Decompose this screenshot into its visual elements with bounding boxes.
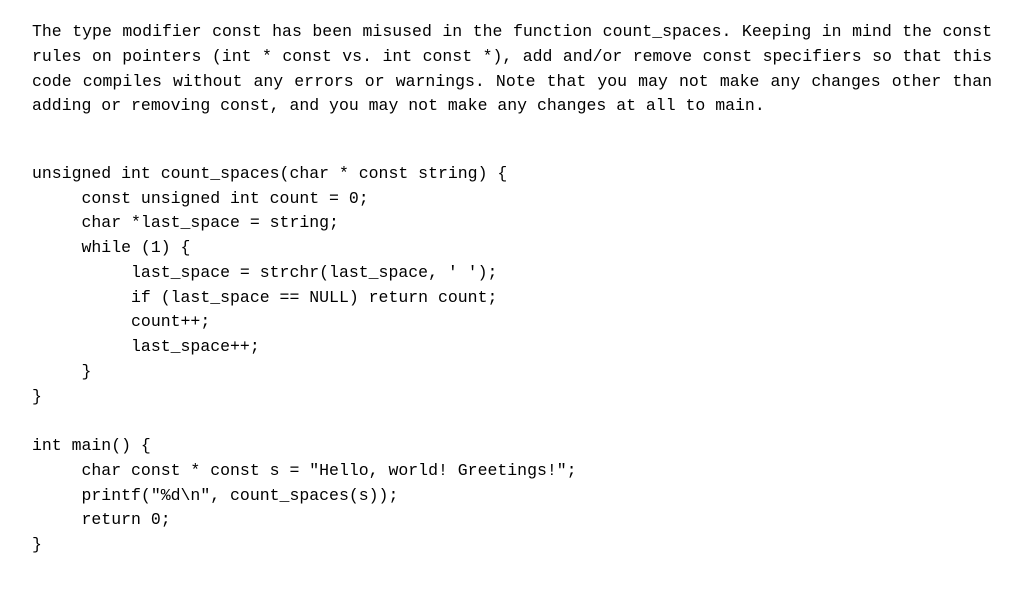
code-listing: unsigned int count_spaces(char * const s… (32, 137, 992, 558)
code-line: char const * const s = "Hello, world! Gr… (32, 461, 577, 480)
code-line: printf("%d\n", count_spaces(s)); (32, 486, 398, 505)
code-line: } (32, 387, 42, 406)
code-line: count++; (32, 312, 210, 331)
code-line: last_space = strchr(last_space, ' '); (32, 263, 497, 282)
code-line: while (1) { (32, 238, 190, 257)
code-line: } (32, 535, 42, 554)
code-line: } (32, 362, 91, 381)
code-line: return 0; (32, 510, 171, 529)
code-line: const unsigned int count = 0; (32, 189, 369, 208)
code-line: unsigned int count_spaces(char * const s… (32, 164, 507, 183)
code-line: int main() { (32, 436, 151, 455)
code-line: char *last_space = string; (32, 213, 339, 232)
problem-description: The type modifier const has been misused… (32, 20, 992, 119)
code-line: if (last_space == NULL) return count; (32, 288, 497, 307)
code-line: last_space++; (32, 337, 260, 356)
